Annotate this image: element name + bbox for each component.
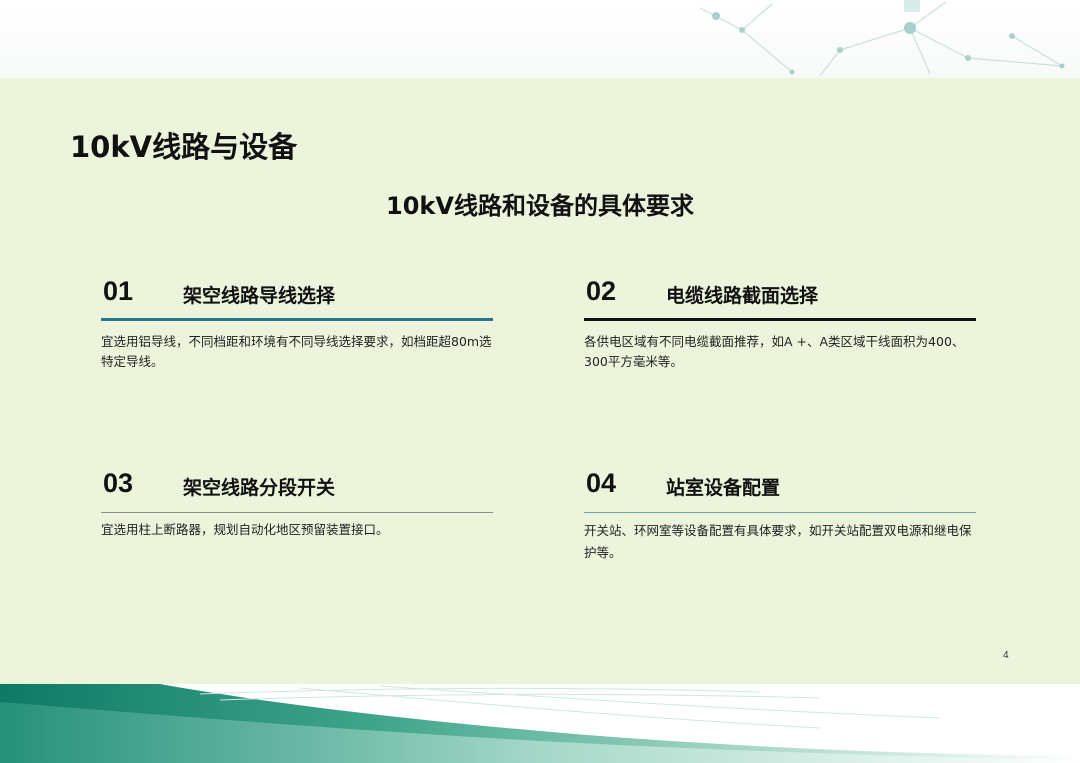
section-divider [101,512,493,513]
section-title: 架空线路导线选择 [183,285,336,307]
page-number: 4 [1003,650,1009,661]
top-decoration [0,0,1080,78]
section-number: 03 [103,468,134,498]
section-body: 各供电区域有不同电缆截面推荐，如A +、A类区域干线面积为400、300平方毫米… [584,334,965,369]
section-body: 宜选用柱上断路器，规划自动化地区预留装置接口。 [101,522,389,537]
section-divider [584,512,976,513]
section-divider [101,318,493,321]
section-number: 04 [586,468,617,498]
section-body: 开关站、环网室等设备配置有具体要求，如开关站配置双电源和继电保护等。 [584,523,972,560]
wave-graphic [0,684,1080,763]
section-number: 01 [103,276,134,306]
section-divider [584,318,976,321]
content-panel [0,78,1080,684]
bottom-decoration [0,684,1080,763]
section-number: 02 [586,276,617,306]
network-graphic [699,0,1065,77]
section-title: 站室设备配置 [666,477,781,499]
section-subtitle: 10kV线路和设备的具体要求 [386,192,694,220]
section-title: 电缆线路截面选择 [666,285,819,307]
section-title: 架空线路分段开关 [183,477,336,499]
page-title: 10kV线路与设备 [70,130,298,164]
section-body: 宜选用铝导线，不同档距和环境有不同导线选择要求，如档距超80m选特定导线。 [101,334,492,369]
